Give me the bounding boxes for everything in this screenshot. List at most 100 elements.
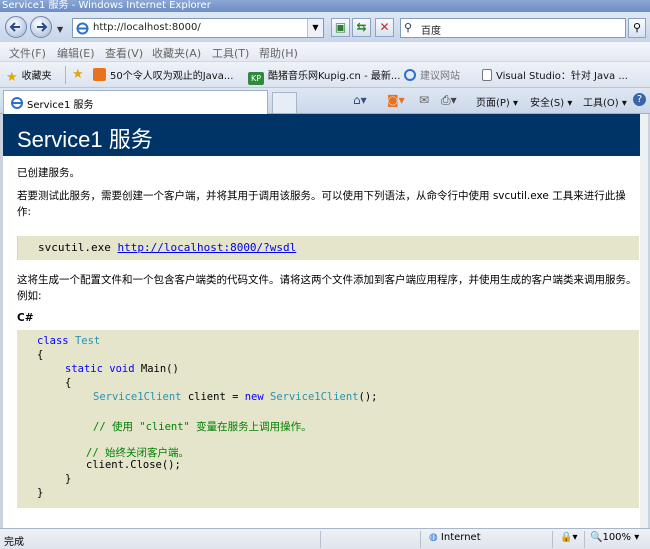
zone-label: Internet (440, 532, 481, 543)
refresh-icon: ⇆ (356, 20, 367, 34)
protected-mode-icon[interactable]: 🔒▾ (560, 532, 577, 543)
tools-menu[interactable]: 工具(O) ▾ (583, 94, 627, 109)
svcutil-command-block: svcutil.exe http://localhost:8000/?wsdl (17, 236, 639, 260)
stop-button[interactable]: ✕ (375, 18, 394, 37)
history-dropdown-icon[interactable]: ▼ (57, 25, 63, 34)
globe-icon: ◍ (429, 532, 438, 543)
code-keyword: new (244, 391, 264, 403)
tools-menu-label: 工具(O) (583, 98, 619, 109)
code-line: class Test (37, 335, 100, 347)
tab-row: Service1 服务 ⌂▾ ◙▾ ✉ ⎙▾ 页面(P) ▾ 安全(S) ▾ 工… (0, 88, 650, 114)
code-type: Service1Client (263, 391, 359, 403)
code-keyword: class (37, 335, 69, 347)
new-tab-button[interactable] (272, 92, 297, 114)
menu-view[interactable]: 查看(V) (105, 45, 143, 61)
favorites-label: 收藏夹 (21, 71, 52, 82)
code-type: Service1Client (93, 391, 182, 403)
code-sample-block: class Test { static void Main() { Servic… (17, 330, 639, 508)
menu-favorites[interactable]: 收藏夹(A) (152, 45, 201, 61)
tab-service1[interactable]: Service1 服务 (3, 90, 268, 114)
zoom-level: 100% (602, 532, 632, 543)
refresh-button[interactable]: ⇆ (352, 18, 371, 37)
search-input[interactable]: 百度 (421, 22, 441, 37)
address-dropdown-icon[interactable]: ▼ (307, 19, 323, 37)
compat-icon: ▣ (334, 20, 347, 34)
menu-help[interactable]: 帮助(H) (259, 45, 298, 61)
back-button[interactable] (5, 16, 27, 38)
status-divider (320, 531, 321, 548)
help-icon[interactable]: ? (633, 93, 646, 106)
code-type: Test (74, 335, 101, 347)
status-divider (584, 531, 585, 548)
search-button[interactable]: ⚲ (628, 18, 646, 38)
favorite-label: 酷猪音乐网Kupig.cn - 最新... (268, 71, 401, 82)
description-text: 这将生成一个配置文件和一个包含客户端类的代码文件。请将这两个文件添加到客户端应用… (17, 274, 637, 302)
vertical-scrollbar[interactable] (640, 114, 648, 528)
address-toolbar: ▼ http://localhost:8000/ ▼ ▣ ⇆ ✕ ⚲ 百度 ⚲ (0, 12, 650, 42)
code-line: { (65, 377, 72, 389)
status-text: 完成 (4, 537, 24, 548)
menu-edit[interactable]: 编辑(E) (57, 45, 95, 61)
code-text: client = (181, 391, 245, 403)
home-icon[interactable]: ⌂▾ (353, 93, 367, 107)
page-banner: Service1 服务 (3, 114, 640, 156)
favbar-divider (65, 66, 66, 84)
page-heading: Service1 服务 (17, 127, 153, 152)
address-url[interactable]: http://localhost:8000/ (93, 22, 201, 33)
stop-icon: ✕ (379, 20, 390, 34)
search-icon: ⚲ (632, 21, 642, 34)
status-bar: 完成 ◍ Internet 🔒▾ 🔍100% ▾ (0, 528, 650, 549)
code-keyword: static (65, 363, 103, 375)
favorite-link-suggested[interactable]: 建议网站 (404, 67, 460, 82)
favorite-label: 建议网站 (420, 71, 460, 82)
feeds-icon[interactable]: ◙▾ (387, 93, 405, 107)
page-menu-label: 页面(P) (476, 98, 510, 109)
page-content: Service1 服务 已创建服务。 若要测试此服务，需要创建一个客户端，并将其… (3, 114, 648, 528)
favorite-label: 50个令人叹为观止的Java... (110, 71, 234, 82)
ie-page-icon (76, 22, 89, 35)
forward-arrow-icon (37, 22, 48, 32)
address-bar[interactable]: http://localhost:8000/ ▼ (72, 18, 324, 38)
search-provider-icon: ⚲ (404, 21, 413, 34)
code-line: client.Close(); (86, 459, 181, 471)
favorites-bar: ★ 收藏夹 ★ 50个令人叹为观止的Java... KP 酷猪音乐网Kupig.cn… (0, 62, 650, 88)
intro-text: 若要测试此服务，需要创建一个客户端，并将其用于调用该服务。可以使用下列语法，从命… (17, 190, 626, 218)
add-favorite-button[interactable]: ★ (72, 67, 88, 82)
print-icon[interactable]: ⎙▾ (441, 93, 457, 108)
safety-menu-label: 安全(S) (530, 98, 565, 109)
code-line: } (65, 473, 72, 485)
code-comment: // 使用 "client" 变量在服务上调用操作。 (93, 421, 312, 433)
safety-menu[interactable]: 安全(S) ▾ (530, 94, 572, 109)
page-icon (482, 69, 492, 81)
add-favorite-icon: ★ (72, 67, 84, 82)
page-menu[interactable]: 页面(P) ▾ (476, 94, 518, 109)
favorite-link-java[interactable]: 50个令人叹为观止的Java... (93, 67, 233, 82)
search-box[interactable]: ⚲ 百度 (400, 18, 626, 38)
star-icon: ★ (6, 70, 18, 85)
favorite-link-visualstudio[interactable]: Visual Studio：针对 Java ... (482, 67, 628, 82)
mail-icon[interactable]: ✉ (419, 93, 429, 107)
kupig-icon: KP (248, 72, 264, 85)
favorites-button[interactable]: ★ 收藏夹 (6, 67, 52, 85)
code-keyword: void (109, 363, 135, 375)
ie-icon (404, 69, 416, 81)
favorite-link-kupig[interactable]: KP 酷猪音乐网Kupig.cn - 最新... (248, 67, 400, 85)
status-divider (552, 531, 553, 548)
window-title: Service1 服务 - Windows Internet Explorer (0, 0, 650, 12)
zoom-icon: 🔍 (590, 532, 603, 543)
zoom-control[interactable]: 🔍100% ▾ (590, 532, 639, 543)
menu-tools[interactable]: 工具(T) (212, 45, 249, 61)
code-line: static void Main() (65, 363, 179, 375)
compatibility-view-button[interactable]: ▣ (331, 18, 350, 37)
forward-button[interactable] (30, 16, 52, 38)
security-zone[interactable]: ◍ Internet (429, 532, 481, 543)
rss-icon (93, 68, 106, 81)
back-arrow-icon (9, 22, 20, 32)
code-line: { (37, 349, 44, 361)
created-text: 已创建服务。 (17, 167, 80, 179)
code-text: Main() (134, 363, 179, 375)
menu-bar: 文件(F) 编辑(E) 查看(V) 收藏夹(A) 工具(T) 帮助(H) (0, 42, 650, 62)
tab-label: Service1 服务 (27, 100, 94, 111)
menu-file[interactable]: 文件(F) (9, 45, 46, 61)
wsdl-link[interactable]: http://localhost:8000/?wsdl (117, 241, 296, 254)
